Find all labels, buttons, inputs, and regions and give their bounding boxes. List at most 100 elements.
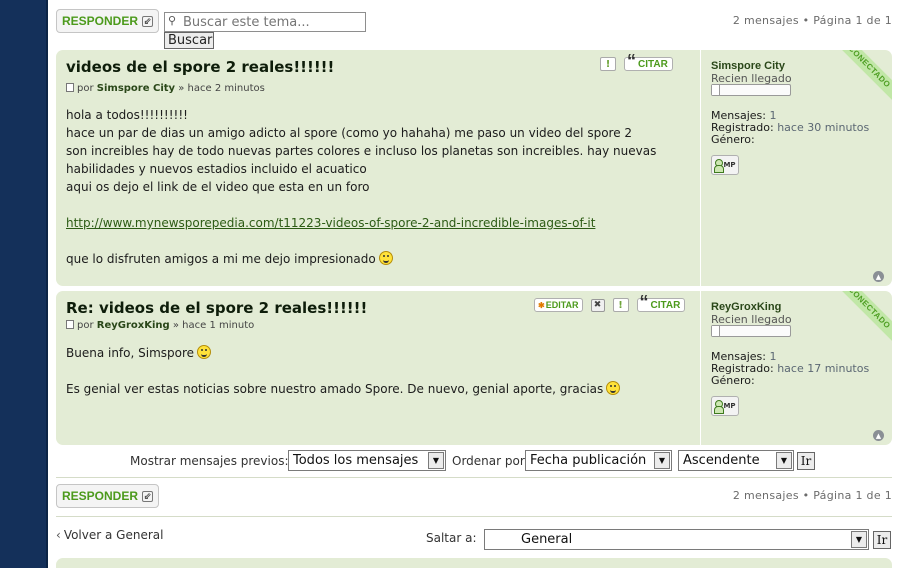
order-select-value: Fecha publicación (530, 453, 647, 468)
search-input[interactable] (164, 12, 366, 32)
post-author-line: por Simspore City » hace 2 minutos (66, 83, 265, 94)
direction-select-value: Ascendente (683, 453, 760, 468)
show-select-value: Todos los mensajes (293, 453, 419, 468)
post-content: Buena info, Simspore Es genial ver estas… (66, 344, 621, 398)
post-line-text: Es genial ver estas noticias sobre nuest… (66, 382, 604, 396)
post-author[interactable]: ReyGroxKing (97, 320, 170, 331)
forum-page: RESPONDER ⇙ ⚲ Buscar 2 mensajes • Página… (46, 0, 908, 568)
chevron-left-icon: ‹ (56, 528, 61, 542)
show-label: Mostrar mensajes previos: (130, 454, 289, 468)
jump-go-button[interactable]: Ir (873, 531, 891, 549)
reply-button-bottom[interactable]: RESPONDER ⇙ (56, 484, 160, 508)
quote-button[interactable]: “CITAR (636, 292, 686, 312)
reply-arrow-icon: ⇙ (142, 15, 154, 27)
post-buttons: ! “CITAR (600, 51, 673, 71)
sort-go-button[interactable]: Ir (797, 452, 815, 470)
post-profile: Simspore City Recien llegado Mensajes: 1… (700, 50, 892, 286)
post-title[interactable]: Re: videos de el spore 2 reales!!!!!! (66, 299, 367, 317)
smiley-icon (378, 251, 393, 265)
pm-button[interactable]: MP (711, 396, 739, 416)
post-line-text: Buena info, Simspore (66, 346, 195, 360)
quote-label: CITAR (638, 58, 668, 70)
registered-value: hace 30 minutos (777, 121, 870, 134)
order-label: Ordenar por (452, 454, 525, 468)
quote-icon: “ (627, 51, 636, 71)
delete-icon[interactable]: ✖ (590, 298, 605, 312)
online-ribbon: CONECTADO (832, 50, 892, 104)
rank-bar (711, 84, 791, 96)
reply-button-label: RESPONDER (62, 489, 139, 503)
profile-name[interactable]: ReyGroxKing (711, 301, 781, 313)
reply-button-label: RESPONDER (62, 14, 139, 28)
gender-label: Género: (711, 133, 755, 146)
post-time: » hace 1 minuto (172, 320, 255, 331)
edit-label: EDITAR (545, 300, 579, 310)
post-line: aqui os dejo el link de el video que est… (66, 180, 370, 194)
rank-bar-fill (712, 326, 720, 336)
chevron-down-icon: ▼ (776, 452, 792, 469)
report-icon[interactable]: ! (612, 298, 629, 312)
back-label: Volver a General (63, 528, 164, 542)
post-link[interactable]: http://www.mynewsporepedia.com/t11223-vi… (66, 216, 595, 230)
smiley-icon (197, 345, 212, 359)
post-title[interactable]: videos de el spore 2 reales!!!!!! (66, 58, 334, 76)
jump-select-value: General (521, 532, 573, 547)
pm-button[interactable]: MP (711, 155, 739, 175)
pagination-top: 2 mensajes • Página 1 de 1 (732, 14, 892, 27)
post-line: hace un par de dias un amigo adicto al s… (66, 126, 633, 140)
profile-stats: Mensajes: 1 Registrado: hace 30 minutos … (711, 110, 869, 146)
author-prefix: por (77, 320, 94, 331)
user-icon (714, 159, 725, 173)
post-body: videos de el spore 2 reales!!!!!! por Si… (66, 50, 694, 286)
show-select[interactable]: Todos los mensajes ▼ (288, 450, 446, 471)
report-icon[interactable]: ! (600, 57, 616, 71)
back-link[interactable]: ‹ Volver a General (56, 528, 163, 542)
back-to-top-icon[interactable]: ▲ (873, 271, 884, 282)
post-body: Re: videos de el spore 2 reales!!!!!! po… (66, 291, 694, 445)
divider (56, 477, 892, 478)
reply-arrow-icon: ⇙ (142, 490, 154, 502)
search-icon: ⚲ (168, 14, 177, 27)
post-line-closing: que lo disfruten amigos a mi me dejo imp… (66, 250, 656, 268)
profile-stats: Mensajes: 1 Registrado: hace 17 minutos … (711, 351, 869, 387)
post-line: hola a todos!!!!!!!!!! (66, 108, 188, 122)
registered-value: hace 17 minutos (777, 362, 870, 375)
pm-label: MP (723, 161, 736, 169)
post-line: Es genial ver estas noticias sobre nuest… (66, 380, 621, 398)
direction-select[interactable]: Ascendente ▼ (678, 450, 794, 471)
user-icon (714, 400, 725, 414)
quote-label: CITAR (650, 299, 681, 311)
order-select[interactable]: Fecha publicación ▼ (525, 450, 672, 471)
profile-name[interactable]: Simspore City (711, 60, 785, 72)
chevron-down-icon: ▼ (654, 452, 670, 469)
post: Re: videos de el spore 2 reales!!!!!! po… (56, 291, 892, 445)
author-prefix: por (77, 83, 94, 94)
pm-label: MP (723, 402, 736, 410)
divider (56, 516, 892, 517)
post-icon (66, 320, 74, 329)
pagination-bottom: 2 mensajes • Página 1 de 1 (732, 489, 892, 502)
quote-icon: “ (639, 292, 649, 312)
chevron-down-icon: ▼ (428, 452, 444, 469)
post-author[interactable]: Simspore City (97, 83, 175, 94)
reply-button[interactable]: RESPONDER ⇙ (56, 9, 160, 33)
rank-bar-fill (712, 85, 720, 95)
post-profile: ReyGroxKing Recien llegado Mensajes: 1 R… (700, 291, 892, 445)
post-line: son increibles hay de todo nuevas partes… (66, 144, 657, 158)
quote-button[interactable]: “CITAR (624, 51, 673, 71)
jump-label: Saltar a: (426, 531, 477, 545)
online-ribbon: CONECTADO (832, 291, 892, 345)
post-line: Buena info, Simspore (66, 344, 620, 362)
back-to-top-icon[interactable]: ▲ (873, 430, 884, 441)
post-closing: que lo disfruten amigos a mi me dejo imp… (66, 252, 376, 266)
search-button[interactable]: Buscar (164, 32, 214, 49)
post-time: » hace 2 minutos (178, 83, 265, 94)
post-icon (66, 83, 74, 92)
smiley-icon (606, 381, 621, 395)
jump-select[interactable]: General ▼ (484, 529, 869, 550)
edit-button[interactable]: ✱ EDITAR (534, 298, 583, 312)
rank-bar (711, 325, 791, 337)
